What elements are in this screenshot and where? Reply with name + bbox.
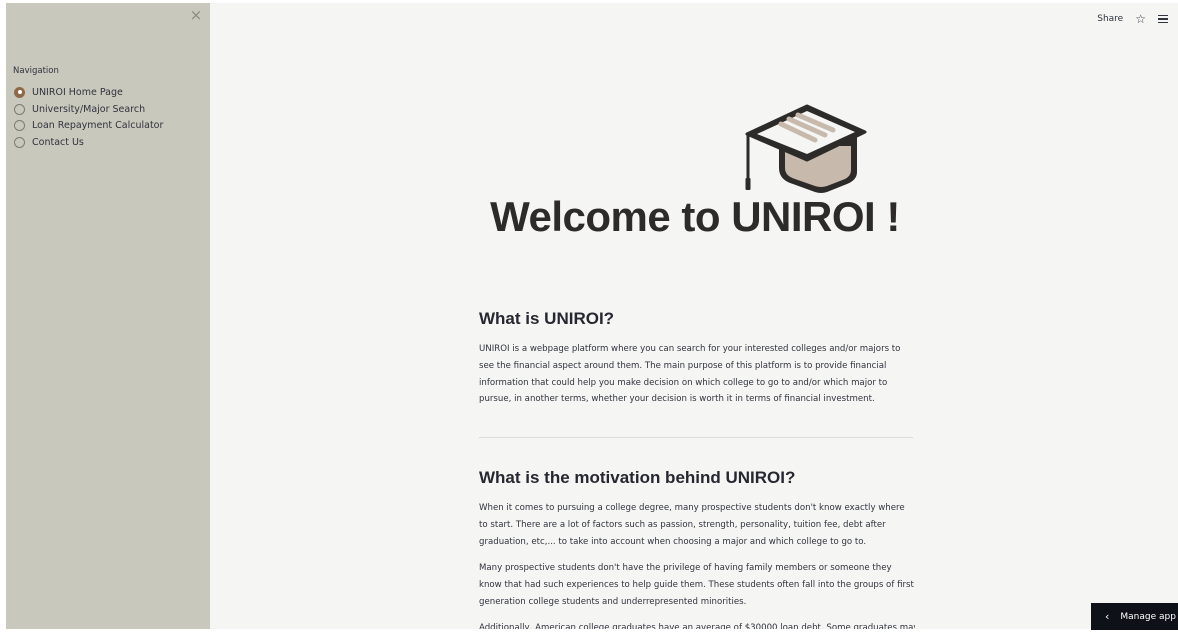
manage-app-button[interactable]: ‹ Manage app — [1091, 603, 1178, 630]
hamburger-menu-icon[interactable] — [1158, 14, 1168, 24]
radio-selected-icon[interactable] — [14, 86, 25, 98]
share-button[interactable]: Share — [1097, 14, 1123, 24]
manage-app-label: Manage app — [1120, 611, 1176, 622]
nav-item-contact[interactable]: Contact Us — [14, 134, 163, 151]
nav-item-loan-calculator[interactable]: Loan Repayment Calculator — [14, 117, 163, 134]
section-heading-motivation: What is the motivation behind UNIROI? — [479, 468, 796, 487]
section-heading-what-is: What is UNIROI? — [479, 309, 615, 328]
window-frame-bottom — [0, 629, 1178, 634]
chevron-left-icon: ‹ — [1105, 610, 1110, 623]
sidebar: × Navigation UNIROI Home Page University… — [6, 3, 210, 629]
nav-item-home[interactable]: UNIROI Home Page — [14, 84, 163, 101]
page-title: Welcome to UNIROI ! — [490, 193, 900, 240]
nav-item-university-search[interactable]: University/Major Search — [14, 101, 163, 118]
navigation-title: Navigation — [13, 66, 59, 76]
navigation-radio-group: UNIROI Home Page University/Major Search… — [14, 84, 163, 151]
section-paragraph: When it comes to pursuing a college degr… — [479, 503, 905, 547]
graduation-cap-icon — [745, 104, 867, 193]
radio-unselected-icon[interactable] — [14, 136, 25, 148]
section-paragraph: UNIROI is a webpage platform where you c… — [479, 344, 901, 405]
nav-item-label: UNIROI Home Page — [32, 86, 123, 98]
nav-item-label: University/Major Search — [32, 103, 146, 115]
close-sidebar-icon[interactable]: × — [188, 7, 204, 23]
nav-item-label: Contact Us — [32, 136, 84, 148]
divider — [479, 437, 913, 438]
radio-unselected-icon[interactable] — [14, 120, 25, 132]
radio-unselected-icon[interactable] — [14, 103, 25, 115]
star-icon[interactable]: ☆ — [1135, 13, 1146, 25]
main-content: Share ☆ Welcome to UNIROI ! What is UNIR… — [210, 3, 1178, 633]
nav-item-label: Loan Repayment Calculator — [32, 120, 164, 132]
section-paragraph: Many prospective students don't have the… — [479, 563, 914, 607]
top-toolbar: Share ☆ — [1097, 13, 1168, 25]
